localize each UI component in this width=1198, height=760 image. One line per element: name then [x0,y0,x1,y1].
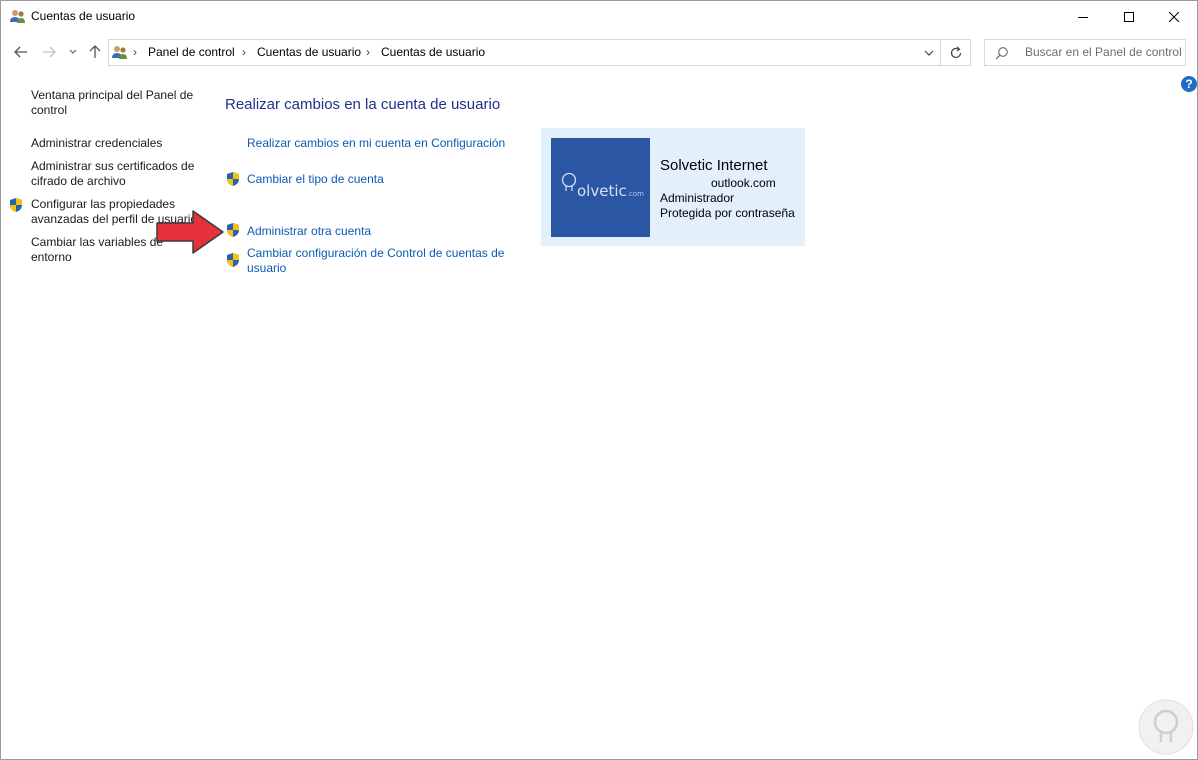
user-accounts-icon [112,46,127,59]
forward-button[interactable] [39,42,59,62]
address-dropdown-button[interactable] [921,45,937,61]
title-bar: Cuentas de usuario [1,1,1197,32]
uac-shield-icon [227,253,239,267]
minimize-button[interactable] [1060,1,1106,32]
close-button[interactable] [1151,1,1197,32]
bulb-logo-icon [561,172,577,191]
breadcrumb-cuentas-de-usuario-current[interactable]: Cuentas de usuario [381,45,485,59]
avatar: olvetic.com [551,138,650,237]
control-panel-window: Cuentas de usuario › Panel de control › … [0,0,1198,760]
navigation-bar: › Panel de control › Cuentas de usuario … [1,32,1197,72]
up-arrow-icon [89,45,101,58]
sidebar-item-certificates[interactable]: Administrar sus certificados de cifrado … [31,159,201,189]
breadcrumb-cuentas-de-usuario[interactable]: Cuentas de usuario [257,45,361,59]
task-link-change-in-settings[interactable]: Realizar cambios en mi cuenta en Configu… [247,136,505,151]
address-bar[interactable]: › Panel de control › Cuentas de usuario … [108,39,941,66]
dropdown-icon [924,50,934,56]
task-link-change-account-type[interactable]: Cambiar el tipo de cuenta [247,172,384,187]
user-accounts-icon [10,10,25,23]
account-name: Solvetic Internet [660,157,768,174]
recent-locations-button[interactable] [65,42,81,62]
chevron-right-icon[interactable]: › [366,45,370,59]
close-icon [1169,11,1179,22]
maximize-button[interactable] [1106,1,1152,32]
recent-locations-icon [69,49,77,54]
minimize-icon [1078,16,1088,18]
page-title: Realizar cambios en la cuenta de usuario [225,96,501,113]
forward-arrow-icon [43,46,56,58]
task-link-manage-another-account[interactable]: Administrar otra cuenta [247,224,371,239]
sidebar-item-panel-home[interactable]: Ventana principal del Panel de control [31,88,201,118]
account-role: Administrador [660,191,735,205]
window-title: Cuentas de usuario [31,9,136,23]
sidebar-item-environment-variables[interactable]: Cambiar las variables de entorno [31,235,171,265]
search-icon [995,47,1008,60]
help-icon[interactable]: ? [1181,76,1197,92]
uac-shield-icon [227,172,239,186]
uac-shield-icon [10,198,22,212]
maximize-icon [1124,11,1134,22]
chevron-right-icon[interactable]: › [242,45,246,59]
red-arrow-annotation [156,210,224,254]
account-email: outlook.com [711,176,776,190]
refresh-button[interactable] [941,39,971,66]
refresh-icon [950,46,961,58]
back-arrow-icon [14,46,27,58]
back-button[interactable] [11,42,31,62]
account-protection: Protegida por contraseña [660,206,795,220]
chevron-right-icon[interactable]: › [133,45,137,59]
sidebar-item-credentials[interactable]: Administrar credenciales [31,136,201,151]
search-input[interactable]: Buscar en el Panel de control [984,39,1186,66]
account-card: olvetic.com Solvetic Internet outlook.co… [541,128,805,246]
breadcrumb-panel-de-control[interactable]: Panel de control [148,45,235,59]
up-button[interactable] [85,42,105,62]
uac-shield-icon [227,223,239,237]
avatar-logo-text: olvetic.com [577,182,644,200]
task-link-uac-settings[interactable]: Cambiar configuración de Control de cuen… [247,246,517,276]
search-placeholder: Buscar en el Panel de control [1025,45,1182,59]
solvetic-watermark-icon [1138,699,1194,755]
